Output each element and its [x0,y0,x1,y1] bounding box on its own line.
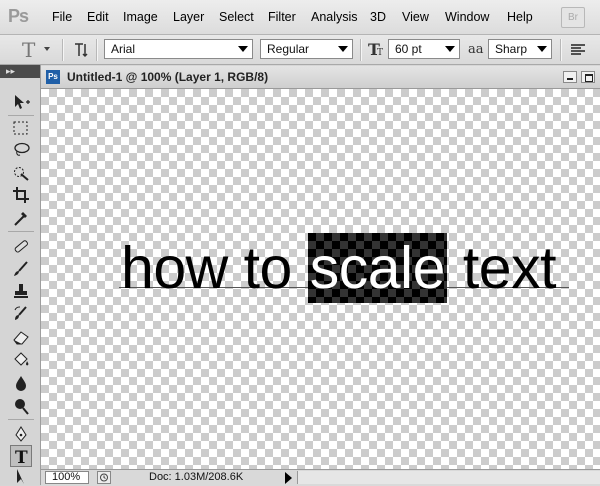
chevron-down-icon [445,46,455,52]
menu-layer[interactable]: Layer [173,10,204,24]
preset-chevron-icon[interactable] [44,47,50,51]
marquee-tool-icon[interactable] [10,117,32,139]
status-info-button[interactable] [97,471,111,484]
menu-edit[interactable]: Edit [87,10,109,24]
font-style-value: Regular [267,42,310,56]
antialias-select[interactable]: Sharp [488,39,552,59]
crop-tool-icon[interactable] [10,184,32,206]
antialias-value: Sharp [495,42,528,56]
text-segment: how to [121,235,308,301]
horizontal-scrollbar[interactable] [297,471,600,484]
menu-image[interactable]: Image [123,10,158,24]
divider [8,231,34,232]
minimize-button[interactable] [563,71,577,83]
photoshop-logo: Ps [8,6,29,26]
svg-text:T: T [15,448,28,465]
blur-tool-icon[interactable] [10,372,32,394]
font-size-icon: T T [368,40,383,58]
status-menu-arrow-icon[interactable] [285,472,292,484]
photoshop-document-icon: Ps [46,70,60,84]
pen-tool-icon[interactable] [10,423,32,445]
font-size-value: 60 pt [395,42,422,56]
selected-text[interactable]: scale [308,233,447,303]
menu-select[interactable]: Select [219,10,254,24]
font-style-select[interactable]: Regular [260,39,353,59]
divider [360,39,362,61]
menu-bar: Ps File Edit Image Layer Select Filter A… [0,0,600,35]
chevron-down-icon [238,46,248,52]
align-left-icon[interactable] [570,43,586,57]
path-selection-tool-icon[interactable] [10,467,32,485]
text-layer[interactable]: how to scale text [121,233,556,303]
restore-button[interactable] [581,71,595,83]
eyedropper-tool-icon[interactable] [10,207,32,229]
divider [560,39,562,61]
menu-window[interactable]: Window [445,10,489,24]
clone-stamp-tool-icon[interactable] [10,280,32,302]
menu-analysis[interactable]: Analysis [311,10,358,24]
svg-text:T: T [377,48,383,58]
canvas[interactable]: how to scale text [41,89,600,469]
divider [8,419,34,420]
status-bar: 100% Doc: 1.03M/208.6K [41,469,600,486]
brush-tool-icon[interactable] [10,258,32,280]
divider [96,39,98,61]
options-bar: T Arial Regular T T 60 pt aa Sharp [0,35,600,65]
text-orientation-icon[interactable] [72,41,90,59]
type-tool-icon[interactable]: T [10,445,32,467]
zoom-field[interactable]: 100% [45,471,89,484]
dodge-tool-icon[interactable] [10,395,32,417]
tools-panel-collapse-icon[interactable]: ▸▸ [0,65,40,78]
font-family-value: Arial [111,42,136,56]
font-family-select[interactable]: Arial [104,39,253,59]
menu-view[interactable]: View [402,10,429,24]
text-segment: text [446,235,557,301]
info-icon [100,473,108,482]
menu-file[interactable]: File [52,10,72,24]
move-tool-icon[interactable] [10,91,32,113]
eraser-tool-icon[interactable] [10,326,32,348]
chevron-down-icon [537,46,547,52]
lasso-tool-icon[interactable] [10,139,32,161]
menu-3d[interactable]: 3D [370,10,386,24]
quick-selection-tool-icon[interactable] [10,162,32,184]
document-title: Untitled-1 @ 100% (Layer 1, RGB/8) [67,70,269,84]
bridge-button[interactable]: Br [561,7,585,28]
restore-icon [585,74,593,82]
tools-panel: ▸▸ T [0,65,41,485]
chevron-down-icon [338,46,348,52]
divider [62,39,64,61]
paint-bucket-tool-icon[interactable] [10,349,32,371]
menu-filter[interactable]: Filter [268,10,296,24]
history-brush-tool-icon[interactable] [10,303,32,325]
divider [8,115,34,116]
antialias-icon: aa [468,42,484,57]
menu-help[interactable]: Help [507,10,533,24]
font-size-select[interactable]: 60 pt [388,39,460,59]
document-tab[interactable]: Ps Untitled-1 @ 100% (Layer 1, RGB/8) [41,66,600,89]
healing-brush-tool-icon[interactable] [10,235,32,257]
type-tool-preset-icon[interactable]: T [22,38,35,62]
document-size: Doc: 1.03M/208.6K [149,471,244,483]
minimize-icon [567,78,573,80]
